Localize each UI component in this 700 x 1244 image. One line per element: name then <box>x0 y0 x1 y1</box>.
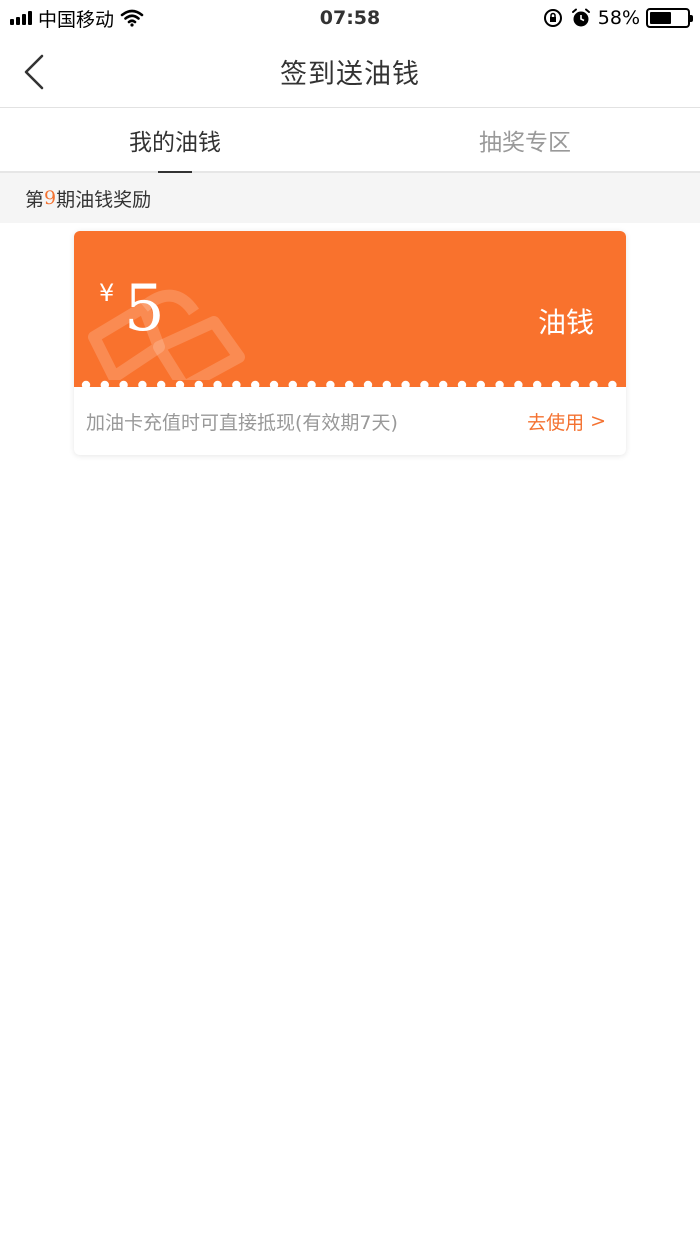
coupon-amount: 5 <box>124 272 165 346</box>
period-suffix: 期油钱奖励 <box>56 188 152 211</box>
tab-lottery-zone[interactable]: 抽奖专区 <box>350 108 700 171</box>
status-bar: 中国移动 58% <box>0 0 700 36</box>
nav-bar: 签到送油钱 <box>0 36 700 108</box>
coupon-card: ¥ 5 油钱 加油卡充值时可直接抵现(有效期7天) 去使用 > <box>74 231 626 455</box>
period-prefix: 第 <box>25 188 45 211</box>
coupon-face: ¥ 5 油钱 <box>74 231 626 387</box>
coupon-description: 加油卡充值时可直接抵现(有效期7天) <box>86 411 398 434</box>
back-button[interactable] <box>14 50 54 94</box>
tab-label: 我的油钱 <box>129 129 221 156</box>
coupon-unit: 油钱 <box>537 306 594 339</box>
signal-icon <box>10 11 32 25</box>
back-chevron-icon <box>24 54 44 90</box>
alarm-icon <box>571 8 590 27</box>
coupon-footer: 加油卡充值时可直接抵现(有效期7天) 去使用 > <box>74 387 626 455</box>
wifi-icon <box>120 9 144 27</box>
tab-bar: 我的油钱 抽奖专区 <box>0 108 700 173</box>
rotation-lock-icon <box>543 9 562 27</box>
status-bar-right: 58% <box>542 7 693 29</box>
currency-symbol: ¥ <box>99 279 115 307</box>
page-title: 签到送油钱 <box>280 59 420 90</box>
tab-label: 抽奖专区 <box>479 129 571 156</box>
period-header: 第 9 期油钱奖励 <box>0 173 700 223</box>
status-bar-left: 中国移动 <box>10 5 144 32</box>
period-number: 9 <box>44 187 57 209</box>
chevron-right-icon: > <box>590 410 606 432</box>
battery-percent: 58% <box>597 7 640 29</box>
carrier-label: 中国移动 <box>38 8 115 31</box>
use-now-button[interactable]: 去使用 > <box>527 408 606 435</box>
use-now-label: 去使用 <box>527 411 585 434</box>
tab-my-oil-money[interactable]: 我的油钱 <box>0 108 350 173</box>
battery-fill <box>650 12 671 24</box>
battery-icon <box>646 8 693 28</box>
